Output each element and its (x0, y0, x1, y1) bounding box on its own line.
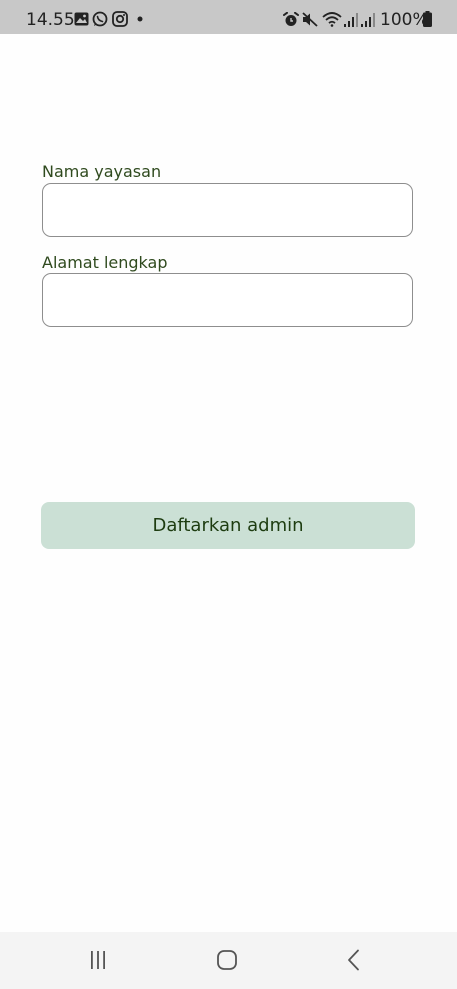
battery-percentage: 100% (380, 10, 429, 30)
name-label: Nama yayasan (42, 162, 162, 181)
status-time: 14.55 (26, 10, 75, 30)
gallery-icon (74, 12, 89, 26)
recents-button[interactable] (78, 944, 118, 976)
dot-icon (137, 16, 143, 22)
recents-icon (91, 951, 105, 969)
alarm-icon (283, 12, 299, 26)
status-bar: 14.55 100% (0, 0, 457, 34)
register-admin-button[interactable]: Daftarkan admin (41, 502, 415, 549)
name-input[interactable] (42, 183, 413, 237)
address-input[interactable] (42, 273, 413, 327)
signal-icon (361, 13, 375, 27)
wifi-icon (322, 12, 342, 27)
home-button[interactable] (207, 944, 247, 976)
battery-icon (423, 11, 432, 27)
mute-icon (302, 12, 318, 27)
back-icon (348, 949, 359, 971)
address-label: Alamat lengkap (42, 253, 168, 272)
instagram-icon (112, 11, 128, 27)
back-button[interactable] (334, 944, 374, 976)
whatsapp-icon (92, 11, 108, 27)
home-icon (217, 950, 237, 970)
signal-icon (344, 13, 358, 27)
navigation-bar (0, 932, 457, 989)
